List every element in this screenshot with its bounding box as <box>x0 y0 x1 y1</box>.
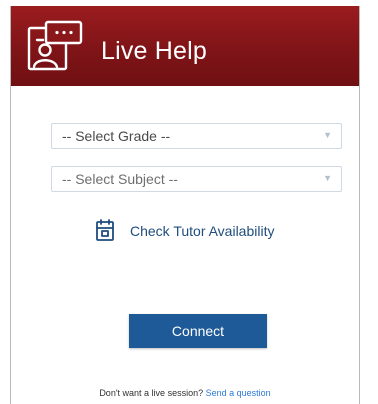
grade-select[interactable]: -- Select Grade -- ▼ <box>51 123 342 149</box>
footer-prompt: Don't want a live session? <box>99 388 204 398</box>
subject-select-value: -- Select Subject -- <box>62 171 178 187</box>
calendar-icon <box>96 219 114 241</box>
check-availability-label: Check Tutor Availability <box>130 223 275 239</box>
chat-support-icon <box>27 20 83 71</box>
subject-select[interactable]: -- Select Subject -- ▼ <box>51 166 342 192</box>
live-help-title: Live Help <box>101 37 208 65</box>
send-question-link[interactable]: Send a question <box>206 388 271 398</box>
live-help-widget: Live Help -- Select Grade -- ▼ -- Select… <box>10 6 360 404</box>
footer-text: Don't want a live session? Send a questi… <box>11 388 359 399</box>
check-availability-link[interactable]: Check Tutor Availability <box>95 218 335 246</box>
chevron-down-icon: ▼ <box>323 173 332 183</box>
connect-button[interactable]: Connect <box>129 314 267 348</box>
grade-select-value: -- Select Grade -- <box>62 128 171 144</box>
live-help-header: Live Help <box>11 6 359 86</box>
chevron-down-icon: ▼ <box>323 130 332 140</box>
